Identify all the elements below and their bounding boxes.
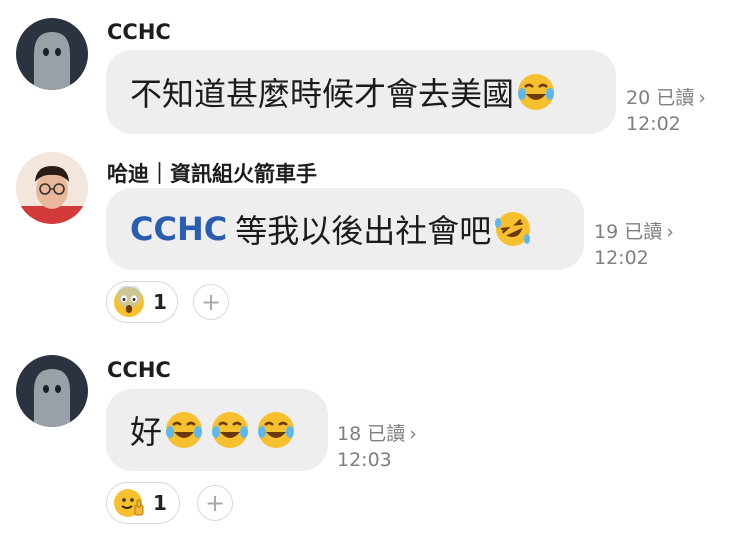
- timestamp: 12:02: [626, 113, 681, 135]
- chevron-right-icon: ›: [409, 423, 417, 445]
- face-with-tears-of-joy-icon: [258, 412, 295, 448]
- avatar-person[interactable]: [16, 152, 88, 224]
- message-bubble[interactable]: 好: [106, 389, 328, 471]
- sender-name: CCHC: [107, 358, 171, 382]
- plus-icon: +: [200, 288, 222, 316]
- read-receipt[interactable]: 19 已讀 ›: [594, 219, 674, 245]
- mention-tag[interactable]: CCHC: [130, 210, 227, 248]
- message-text: 等我以後出社會吧: [235, 212, 492, 250]
- message-meta: 18 已讀 › 12:03: [337, 421, 417, 473]
- timestamp: 12:03: [337, 449, 392, 471]
- thumbs-up-face-icon: [114, 489, 144, 517]
- message-text: 不知道甚麼時候才會去美國: [130, 75, 515, 113]
- message-bubble[interactable]: CCHC 等我以後出社會吧: [106, 188, 584, 270]
- avatar-ghost[interactable]: [16, 355, 88, 427]
- message-meta: 19 已讀 › 12:02: [594, 219, 674, 271]
- reaction-count: 1: [153, 290, 167, 314]
- read-receipt[interactable]: 18 已讀 ›: [337, 421, 417, 447]
- timestamp: 12:02: [594, 247, 649, 269]
- add-reaction-button[interactable]: +: [197, 485, 233, 521]
- face-with-tears-of-joy-icon: [212, 412, 249, 448]
- face-with-tears-of-joy-icon: [518, 74, 555, 110]
- add-reaction-button[interactable]: +: [193, 284, 229, 320]
- face-screaming-in-fear-icon: [114, 286, 144, 317]
- ghost-icon: [16, 355, 88, 427]
- chevron-right-icon: ›: [698, 87, 706, 109]
- face-with-tears-of-joy-icon: [166, 412, 203, 448]
- sender-name: CCHC: [107, 20, 171, 44]
- reaction-count: 1: [153, 491, 167, 515]
- reaction-chip[interactable]: 1: [106, 482, 180, 524]
- message-text: 好: [130, 413, 163, 451]
- sender-name: 哈迪｜資訊組火箭車手: [107, 162, 317, 186]
- person-avatar-icon: [16, 152, 88, 224]
- message-bubble[interactable]: 不知道甚麼時候才會去美國: [106, 50, 616, 134]
- ghost-icon: [16, 18, 88, 90]
- avatar-ghost[interactable]: [16, 18, 88, 90]
- chevron-right-icon: ›: [666, 221, 674, 243]
- message-meta: 20 已讀 › 12:02: [626, 85, 706, 137]
- reaction-chip[interactable]: 1: [106, 281, 178, 323]
- rolling-on-floor-laughing-icon: [495, 212, 531, 246]
- read-receipt[interactable]: 20 已讀 ›: [626, 85, 706, 111]
- plus-icon: +: [204, 489, 226, 517]
